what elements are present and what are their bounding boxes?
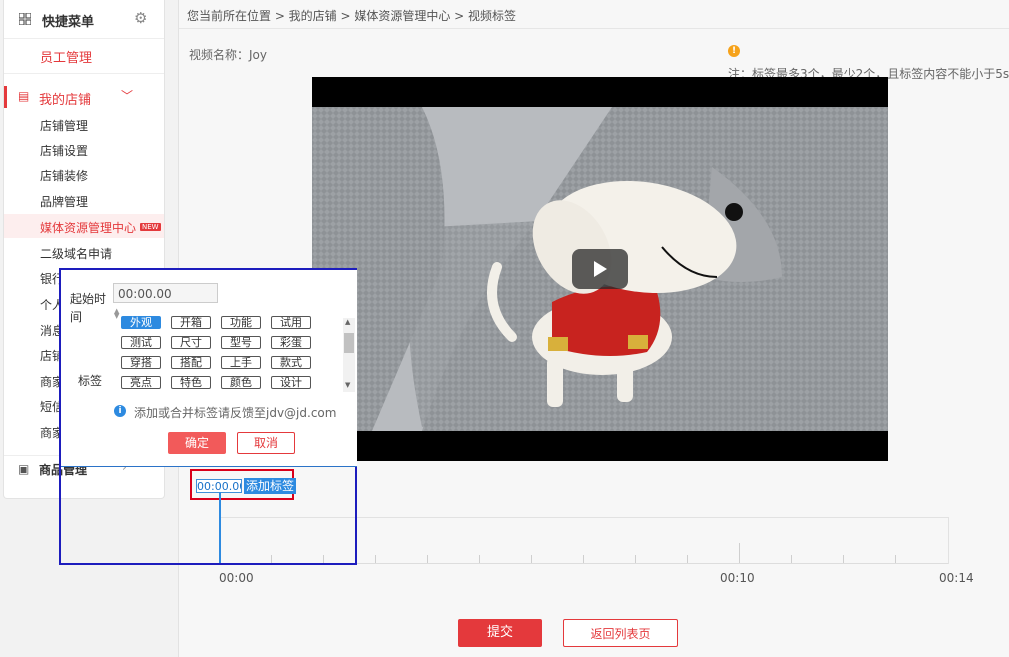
tag-option[interactable]: 颜色	[221, 376, 261, 389]
tag-option[interactable]: 搭配	[171, 356, 211, 369]
sidebar-header: 快捷菜单 ⚙	[4, 0, 164, 38]
active-indicator	[4, 86, 7, 108]
timeline-tick	[687, 555, 688, 563]
add-tag-popup: 起始时间 00:00.00 ▲ ▼ 标签 外观 开箱 功能 试用 测试 尺寸 型号…	[59, 268, 357, 565]
submit-button[interactable]: 提交	[458, 619, 542, 647]
tag-option[interactable]: 上手	[221, 356, 261, 369]
timeline-tick	[375, 555, 376, 563]
sidebar-item-shop-manage[interactable]: 店铺管理	[40, 117, 88, 134]
info-icon: i	[114, 405, 126, 417]
confirm-button[interactable]: 确定	[168, 432, 226, 454]
timeline-label-mid: 00:10	[720, 571, 755, 585]
play-button[interactable]	[572, 249, 628, 289]
divider	[179, 28, 1009, 29]
tag-option[interactable]: 型号	[221, 336, 261, 349]
tag-option[interactable]: 设计	[271, 376, 311, 389]
sidebar-item-shop-decoration[interactable]: 店铺装修	[40, 167, 88, 184]
sidebar-title: 快捷菜单	[42, 15, 95, 30]
tag-option[interactable]: 外观	[121, 316, 161, 329]
sidebar-item-staff[interactable]: 员工管理	[4, 38, 164, 74]
start-time-label: 起始时间	[70, 292, 107, 324]
chevron-down-icon: ﹀	[121, 89, 134, 103]
timeline-tick	[427, 555, 428, 563]
video-name: 视频名称：Joy	[189, 48, 267, 62]
tag-label: 标签	[78, 374, 103, 388]
sidebar-item-label: 媒体资源管理中心	[40, 221, 137, 235]
sidebar-section-label: 我的店铺	[39, 93, 92, 108]
timeline-tick	[531, 555, 532, 563]
tag-option[interactable]: 测试	[121, 336, 161, 349]
timeline-tick	[843, 555, 844, 563]
tag-option[interactable]: 彩蛋	[271, 336, 311, 349]
sidebar-item-subdomain[interactable]: 二级域名申请	[40, 245, 112, 262]
tag-option[interactable]: 开箱	[171, 316, 211, 329]
start-time-input[interactable]: 00:00.00	[113, 283, 218, 303]
sidebar-section-my-shop[interactable]: ▤ 我的店铺 ﹀	[4, 84, 164, 110]
store-icon: ▤	[18, 89, 30, 103]
scroll-thumb[interactable]	[344, 333, 354, 353]
tag-option[interactable]: 试用	[271, 316, 311, 329]
goods-icon: ▣	[18, 462, 30, 476]
timeline-tick	[895, 555, 896, 563]
play-icon	[594, 261, 607, 277]
tag-option[interactable]: 款式	[271, 356, 311, 369]
new-badge: NEW	[140, 223, 161, 231]
timeline-tick	[635, 555, 636, 563]
popup-panel: 起始时间 00:00.00 ▲ ▼ 标签 外观 开箱 功能 试用 测试 尺寸 型号…	[61, 270, 357, 467]
tag-option[interactable]: 功能	[221, 316, 261, 329]
back-to-list-button[interactable]: 返回列表页	[563, 619, 678, 647]
sort-icon[interactable]: ▲ ▼	[114, 308, 119, 320]
tag-option[interactable]: 特色	[171, 376, 211, 389]
timeline-tick	[479, 555, 480, 563]
sidebar-item-media-center[interactable]: 媒体资源管理中心 NEW	[40, 219, 161, 236]
scroll-down-icon[interactable]: ▼	[345, 381, 350, 389]
breadcrumb: 您当前所在位置 > 我的店铺 > 媒体资源管理中心 > 视频标签	[187, 9, 517, 23]
tag-option[interactable]: 穿搭	[121, 356, 161, 369]
sidebar-item-label: 员工管理	[40, 51, 93, 66]
video-player[interactable]	[312, 77, 888, 461]
cancel-button[interactable]: 取消	[237, 432, 295, 454]
tag-option[interactable]: 尺寸	[171, 336, 211, 349]
timeline-label-start: 00:00	[219, 571, 254, 585]
sidebar-item-shop-settings[interactable]: 店铺设置	[40, 142, 88, 159]
tag-option[interactable]: 亮点	[121, 376, 161, 389]
scroll-up-icon[interactable]: ▲	[345, 318, 350, 326]
timeline-label-end: 00:14	[939, 571, 974, 585]
gear-icon[interactable]: ⚙	[134, 11, 149, 26]
tag-scrollbar[interactable]: ▲ ▼	[343, 318, 355, 392]
timeline-tick	[791, 555, 792, 563]
tag-feedback-info: 添加或合并标签请反馈至jdv@jd.com	[134, 406, 337, 420]
warning-icon: !	[728, 45, 740, 57]
grid-icon	[19, 13, 31, 25]
sidebar-item-brand-manage[interactable]: 品牌管理	[40, 193, 88, 210]
timeline-tick	[583, 555, 584, 563]
timeline-tick-major	[739, 543, 740, 563]
